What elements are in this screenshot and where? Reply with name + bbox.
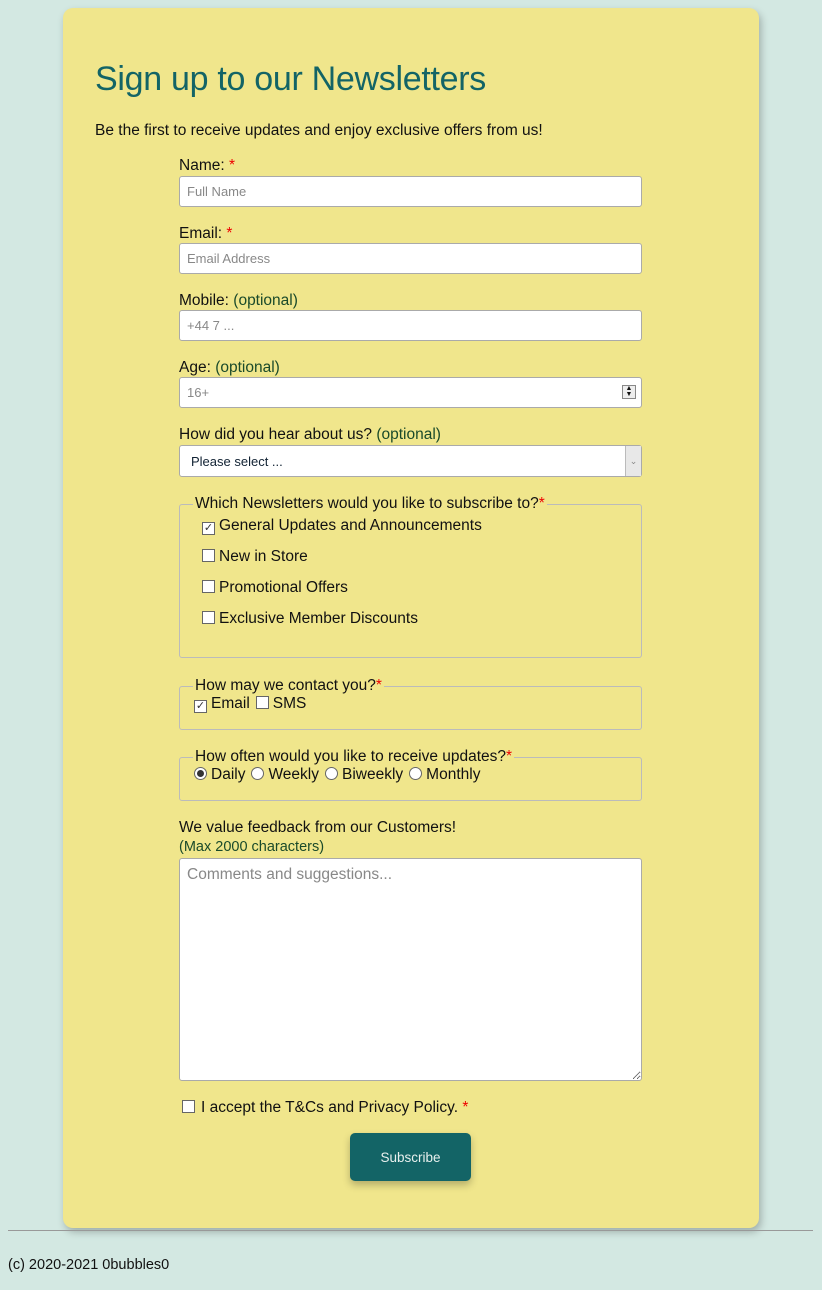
page-title: Sign up to our Newsletters (95, 60, 486, 98)
newsletters-fieldset: Which Newsletters would you like to subs… (179, 495, 642, 658)
source-selected: Please select ... (191, 454, 283, 469)
newsletter-option[interactable]: Promotional Offers (202, 579, 627, 597)
chevron-down-icon: ⌄ (625, 446, 641, 476)
newsletter-option-label: Promotional Offers (219, 579, 348, 596)
checkbox[interactable] (202, 580, 215, 593)
mobile-label: Mobile: (optional) (179, 292, 298, 309)
age-input[interactable] (179, 377, 642, 408)
newsletters-legend: Which Newsletters would you like to subs… (195, 495, 545, 512)
intro-text: Be the first to receive updates and enjo… (95, 122, 543, 139)
footer-divider (8, 1230, 813, 1231)
email-input[interactable] (179, 243, 642, 274)
feedback-textarea[interactable] (179, 858, 642, 1081)
email-label: Email: * (179, 225, 233, 242)
terms-row: I accept the T&Cs and Privacy Policy. * (182, 1099, 468, 1117)
frequency-weekly-radio[interactable] (251, 767, 265, 780)
spinner-icon[interactable]: ▲ ▼ (622, 385, 636, 399)
source-select[interactable]: Please select ... ⌄ (179, 445, 642, 477)
age-label: Age: (optional) (179, 359, 280, 376)
frequency-option-label: Biweekly (342, 766, 404, 783)
contact-option-label: SMS (272, 695, 307, 712)
feedback-hint: (Max 2000 characters) (179, 839, 325, 855)
frequency-legend: How often would you like to receive upda… (195, 748, 513, 765)
newsletter-option-label: Exclusive Member Discounts (219, 610, 418, 627)
contact-option-label: Email (211, 695, 250, 712)
frequency-option-label: Daily (211, 766, 246, 783)
contact-email-checkbox[interactable]: ✓ (194, 700, 207, 713)
frequency-biweekly-radio[interactable] (325, 767, 338, 780)
feedback-label: We value feedback from our Customers! (179, 819, 457, 836)
frequency-fieldset: How often would you like to receive upda… (179, 748, 642, 801)
footer-text: (c) 2020-2021 0bubbles0 (8, 1257, 170, 1273)
contact-legend: How may we contact you?* (195, 677, 382, 694)
checkbox[interactable]: ✓ (202, 522, 215, 535)
frequency-daily-radio[interactable] (194, 767, 207, 780)
source-label: How did you hear about us? (optional) (179, 426, 441, 443)
newsletter-option[interactable]: Exclusive Member Discounts (202, 610, 627, 628)
name-label: Name: * (179, 157, 236, 174)
newsletter-option-label: New in Store (219, 548, 308, 565)
newsletter-option[interactable]: ✓ General Updates and Announcements (202, 517, 627, 535)
checkbox[interactable] (202, 611, 215, 624)
mobile-input[interactable] (179, 310, 642, 341)
subscribe-button[interactable]: Subscribe (350, 1133, 471, 1181)
contact-fieldset: How may we contact you?* ✓ Email SMS (179, 677, 642, 730)
checkbox[interactable] (202, 549, 215, 562)
name-input[interactable] (179, 176, 642, 207)
newsletter-option-label: General Updates and Announcements (219, 517, 482, 534)
frequency-monthly-radio[interactable] (409, 767, 423, 780)
newsletter-option[interactable]: New in Store (202, 548, 627, 566)
signup-card: Sign up to our Newsletters Be the first … (63, 8, 759, 1228)
terms-label: I accept the T&Cs and Privacy Policy. (201, 1099, 459, 1116)
frequency-option-label: Weekly (268, 766, 319, 783)
contact-sms-checkbox[interactable] (255, 696, 269, 709)
terms-checkbox[interactable] (182, 1100, 195, 1113)
frequency-option-label: Monthly (426, 766, 481, 783)
